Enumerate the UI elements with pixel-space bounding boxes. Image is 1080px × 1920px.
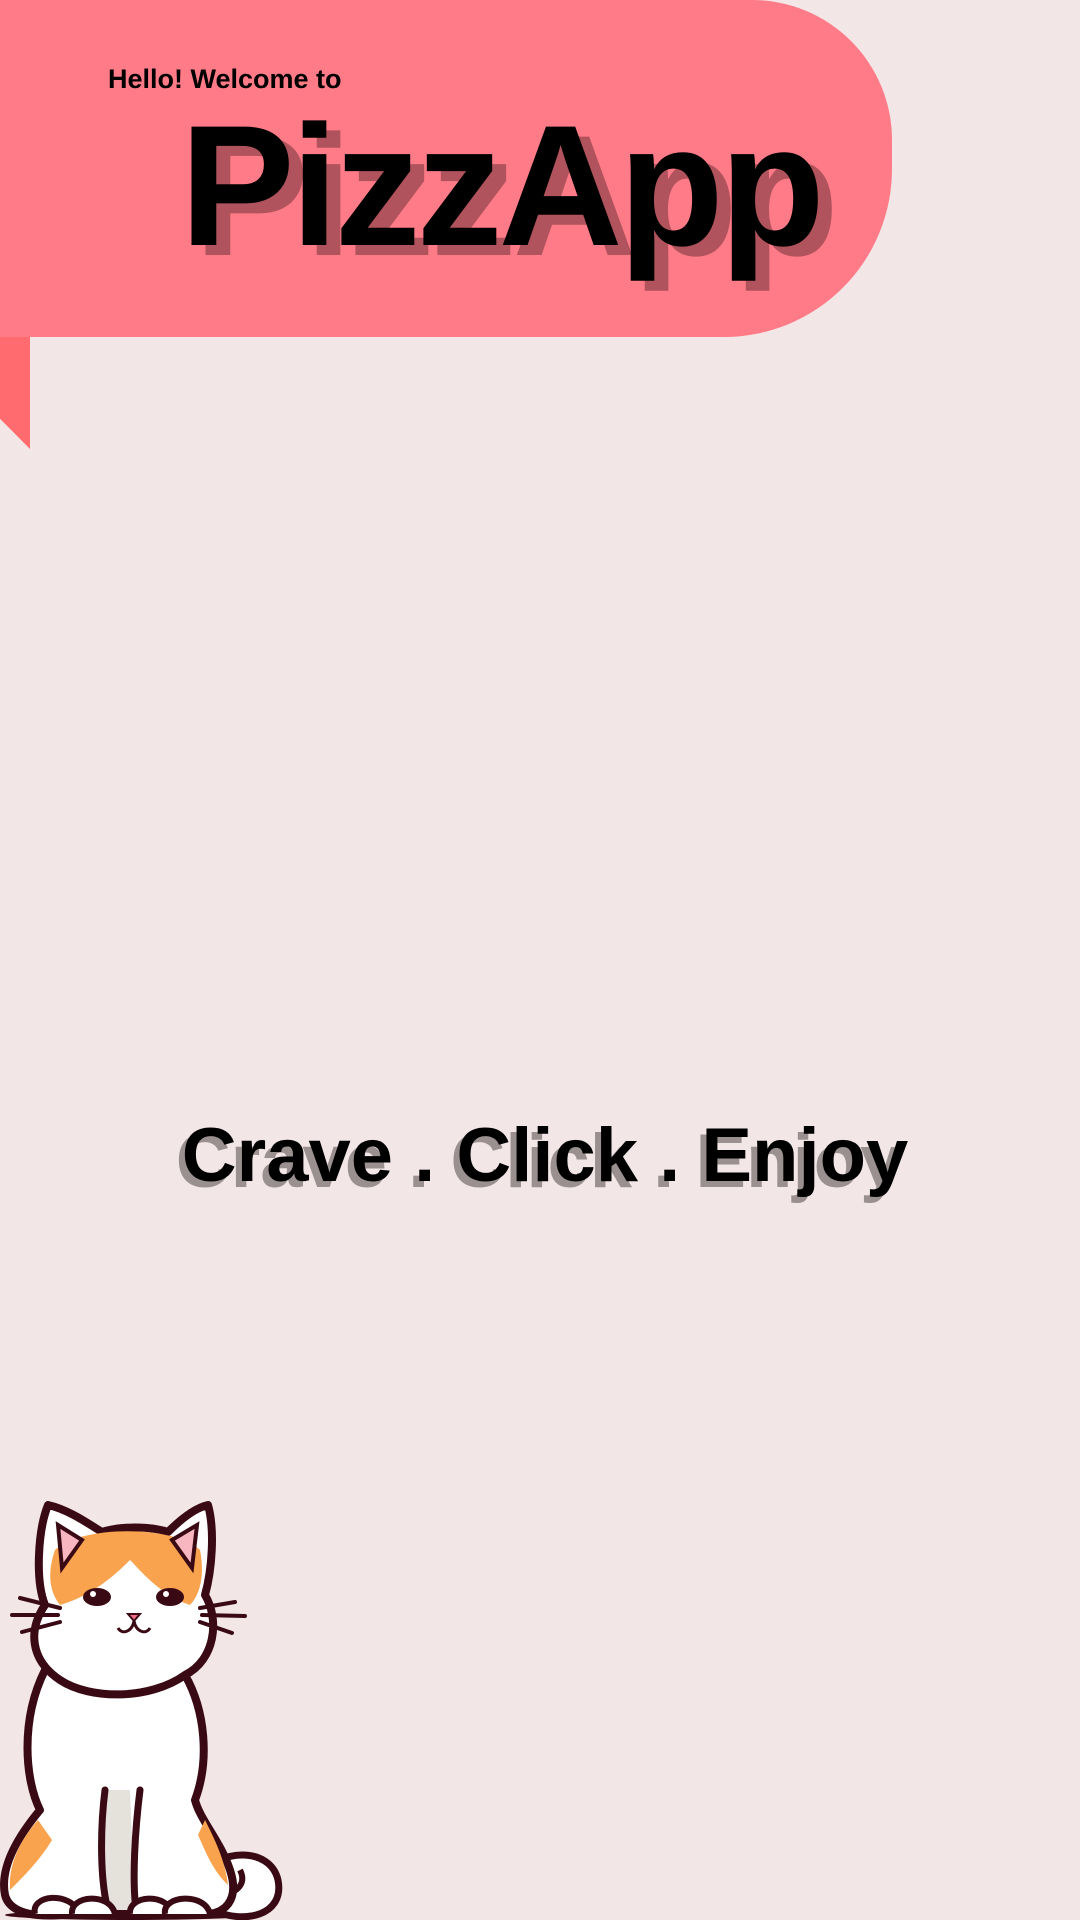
welcome-greeting: Hello! Welcome to (108, 64, 342, 94)
cat-mascot-icon (0, 1501, 283, 1920)
splash-screen: Hello! Welcome to PizzApp Crave . Click … (0, 0, 1080, 1920)
ribbon-fold (0, 337, 30, 449)
app-title: PizzApp (180, 90, 825, 282)
tagline: Crave . Click . Enjoy (181, 1113, 909, 1198)
